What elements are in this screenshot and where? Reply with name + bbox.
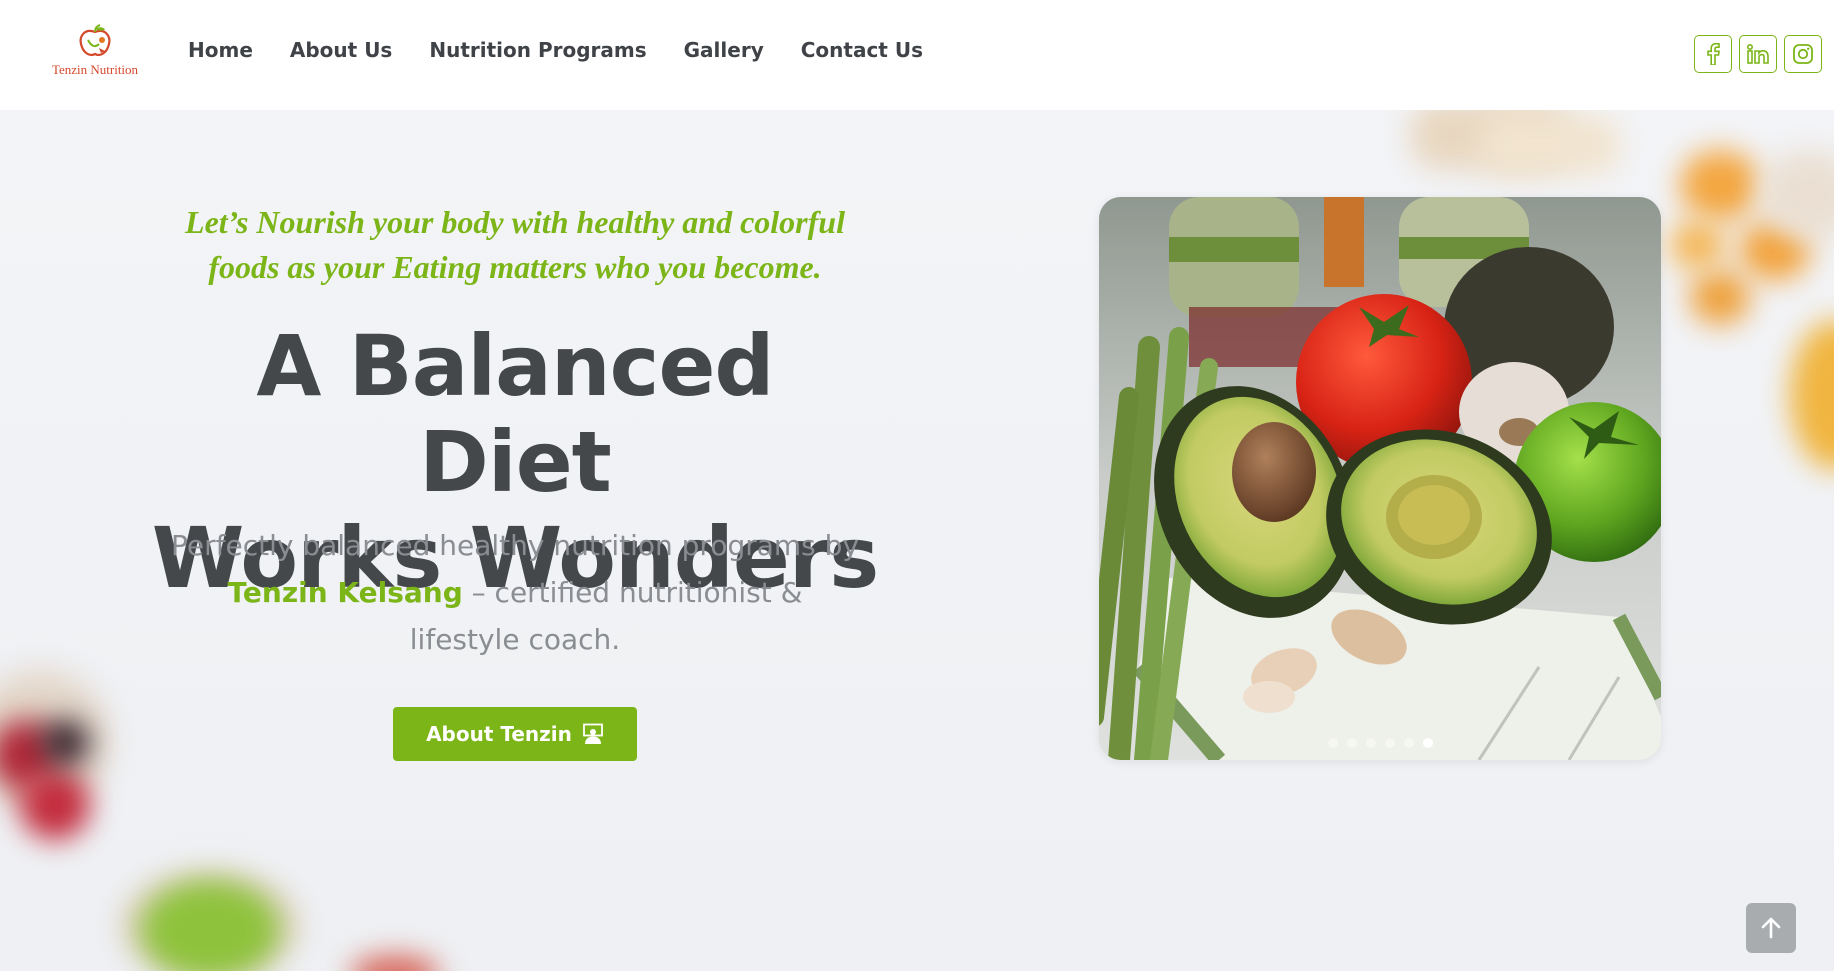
desc-text-after: – certified nutritionist & lifestyle coa… <box>409 576 803 656</box>
instagram-icon <box>1793 44 1813 64</box>
linkedin-icon <box>1747 44 1769 64</box>
site-header: Tenzin Nutrition Home About Us Nutrition… <box>0 0 1834 110</box>
brand-logo[interactable]: Tenzin Nutrition <box>40 24 150 84</box>
teacher-icon <box>583 723 603 744</box>
desc-text-before: Perfectly balanced healthy nutrition pro… <box>171 529 859 562</box>
scroll-to-top-button[interactable] <box>1746 903 1796 953</box>
hero-tagline: Let’s Nourish your body with healthy and… <box>185 204 845 285</box>
nav-home[interactable]: Home <box>188 38 253 62</box>
logo-text: Tenzin Nutrition <box>51 62 139 77</box>
nav-about-us[interactable]: About Us <box>290 38 392 62</box>
carousel-dot-5[interactable] <box>1403 738 1414 748</box>
carousel-dot-3[interactable] <box>1365 738 1376 748</box>
logo-apple-icon <box>79 24 111 57</box>
facebook-button[interactable] <box>1694 35 1732 73</box>
nav-gallery[interactable]: Gallery <box>684 38 764 62</box>
main-nav: Home About Us Nutrition Programs Gallery… <box>188 38 960 62</box>
carousel-dot-6-active[interactable] <box>1422 738 1433 748</box>
instagram-button[interactable] <box>1784 35 1822 73</box>
hero-image-carousel[interactable] <box>1099 197 1661 760</box>
carousel-dot-1[interactable] <box>1327 738 1338 748</box>
social-links <box>1694 35 1822 73</box>
about-tenzin-button[interactable]: About Tenzin <box>393 707 637 761</box>
nav-nutrition-programs[interactable]: Nutrition Programs <box>429 38 646 62</box>
hero-description: Perfectly balanced healthy nutrition pro… <box>170 522 860 663</box>
nutritionist-name: Tenzin Kelsang <box>227 576 463 609</box>
arrow-up-icon <box>1761 917 1781 939</box>
hero-food-image <box>1099 197 1661 760</box>
linkedin-button[interactable] <box>1739 35 1777 73</box>
nav-contact-us[interactable]: Contact Us <box>801 38 923 62</box>
facebook-icon <box>1707 43 1720 65</box>
carousel-dot-4[interactable] <box>1384 738 1395 748</box>
carousel-dot-2[interactable] <box>1346 738 1357 748</box>
hero-section: Let’s Nourish your body with healthy and… <box>0 110 1834 971</box>
headline-line-1: A Balanced Diet <box>256 317 774 511</box>
cta-label: About Tenzin <box>426 722 572 746</box>
carousel-dots <box>1099 738 1661 748</box>
